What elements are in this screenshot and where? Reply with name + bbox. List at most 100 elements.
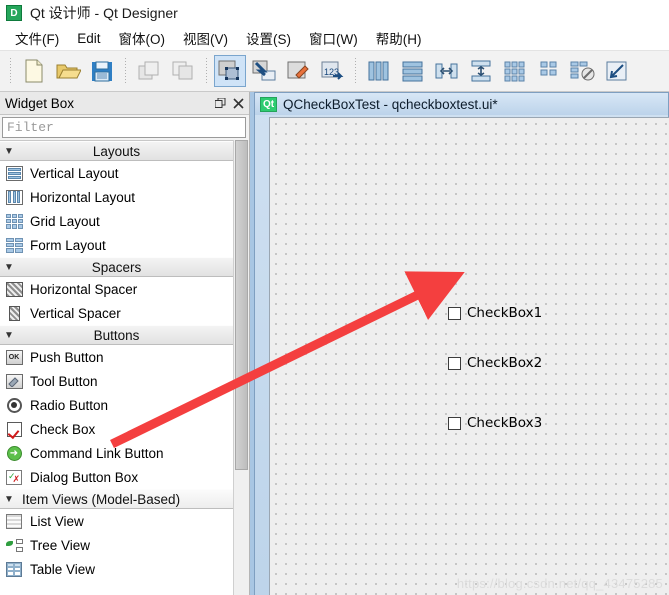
form-window-title: QCheckBoxTest - qcheckboxtest.ui*: [283, 96, 498, 112]
menubar: 文件(F) Edit 窗体(O) 视图(V) 设置(S) 窗口(W) 帮助(H): [0, 26, 669, 51]
form-layout-icon: [4, 236, 24, 254]
float-icon[interactable]: [211, 94, 229, 112]
checkbox-box-icon: [448, 416, 461, 430]
widget-box-scrollbar[interactable]: [233, 140, 249, 595]
checkbox-widget-1[interactable]: CheckBox1: [448, 305, 542, 321]
form-window-titlebar: Qt QCheckBoxTest - qcheckboxtest.ui*: [255, 93, 668, 115]
widget-box-header: Widget Box: [0, 92, 249, 115]
close-icon[interactable]: [229, 94, 247, 112]
widget-box-title: Widget Box: [5, 95, 75, 111]
menu-form[interactable]: 窗体(O): [110, 26, 175, 50]
tree-view-icon: [4, 536, 24, 554]
tool-button-icon: [4, 372, 24, 390]
splitter-horizontal-icon: [435, 60, 459, 82]
widget-item-table-view[interactable]: Table View: [0, 557, 233, 581]
layout-splitter-horizontal-button[interactable]: [431, 55, 463, 87]
radio-button-icon: [4, 396, 24, 414]
filter-placeholder: Filter: [7, 120, 54, 135]
widget-item-label: Grid Layout: [30, 213, 100, 229]
checkbox-widget-3[interactable]: CheckBox3: [448, 415, 542, 431]
menu-help[interactable]: 帮助(H): [367, 26, 431, 50]
qt-icon: Qt: [260, 96, 277, 112]
toolbar-separator: [351, 56, 360, 86]
checkbox-label: CheckBox3: [467, 415, 543, 431]
break-layout-icon: [570, 60, 596, 82]
save-form-button[interactable]: [86, 55, 118, 87]
category-spacers[interactable]: ▼ Spacers: [0, 257, 233, 277]
widget-item-label: Check Box: [30, 421, 96, 437]
form-window: Qt QCheckBoxTest - qcheckboxtest.ui* Che…: [254, 92, 669, 595]
break-layout-button[interactable]: [567, 55, 599, 87]
widget-item-vertical-layout[interactable]: Vertical Layout: [0, 161, 233, 185]
menu-window[interactable]: 窗口(W): [300, 26, 367, 50]
widget-item-push-button[interactable]: OK Push Button: [0, 345, 233, 369]
widget-item-label: Push Button: [30, 349, 104, 365]
widget-item-tool-button[interactable]: Tool Button: [0, 369, 233, 393]
horizontal-layout-icon: [4, 188, 24, 206]
widget-item-horizontal-layout[interactable]: Horizontal Layout: [0, 185, 233, 209]
window-title: Qt 设计师 - Qt Designer: [30, 5, 178, 21]
widget-item-vertical-spacer[interactable]: Vertical Spacer: [0, 301, 233, 325]
main-body: Widget Box Filter ▼ Layouts Vertical Lay…: [0, 92, 669, 595]
form-canvas[interactable]: CheckBox1 CheckBox2 CheckBox3 https://bl…: [269, 117, 669, 595]
widget-item-label: List View: [30, 513, 84, 529]
toolbar-separator: [202, 56, 211, 86]
layout-vertically-button[interactable]: [397, 55, 429, 87]
new-form-button[interactable]: [18, 55, 50, 87]
list-view-icon: [4, 512, 24, 530]
table-view-icon: [4, 560, 24, 578]
layout-grid-icon: [503, 60, 527, 82]
menu-edit[interactable]: Edit: [68, 29, 109, 48]
checkbox-label: CheckBox2: [467, 355, 543, 371]
mdi-area: Qt QCheckBoxTest - qcheckboxtest.ui* Che…: [250, 92, 669, 595]
category-layouts[interactable]: ▼ Layouts: [0, 141, 233, 161]
new-file-icon: [22, 58, 46, 84]
edit-widgets-button[interactable]: [214, 55, 246, 87]
category-item-views[interactable]: ▼ Item Views (Model-Based): [0, 489, 233, 509]
widget-item-dialog-button-box[interactable]: ✓ ✗ Dialog Button Box: [0, 465, 233, 489]
widget-item-radio-button[interactable]: Radio Button: [0, 393, 233, 417]
open-form-button[interactable]: [52, 55, 84, 87]
menu-file[interactable]: 文件(F): [6, 26, 68, 50]
widget-list: ▼ Layouts Vertical Layout Horizontal Lay…: [0, 140, 233, 595]
widget-item-tree-view[interactable]: Tree View: [0, 533, 233, 557]
widget-item-grid-layout[interactable]: Grid Layout: [0, 209, 233, 233]
widget-item-command-link-button[interactable]: ➜ Command Link Button: [0, 441, 233, 465]
scrollbar-thumb[interactable]: [235, 140, 248, 470]
adjust-size-button[interactable]: [601, 55, 633, 87]
category-label: Layouts: [92, 143, 141, 159]
menu-view[interactable]: 视图(V): [174, 26, 237, 50]
widget-item-form-layout[interactable]: Form Layout: [0, 233, 233, 257]
layout-splitter-vertical-button[interactable]: [465, 55, 497, 87]
layout-form-button[interactable]: [533, 55, 565, 87]
filter-input[interactable]: Filter: [2, 117, 246, 138]
widget-item-list-view[interactable]: List View: [0, 509, 233, 533]
layout-grid-button[interactable]: [499, 55, 531, 87]
edit-signals-slots-button[interactable]: [248, 55, 280, 87]
category-buttons[interactable]: ▼ Buttons: [0, 325, 233, 345]
widget-item-horizontal-spacer[interactable]: Horizontal Spacer: [0, 277, 233, 301]
toolbar-separator: [6, 56, 15, 86]
redo-icon: [171, 59, 195, 83]
push-button-icon: OK: [4, 348, 24, 366]
edit-tab-order-button[interactable]: 123: [316, 55, 348, 87]
layout-horizontally-button[interactable]: [363, 55, 395, 87]
redo-button[interactable]: [167, 55, 199, 87]
widget-item-label: Tree View: [30, 537, 91, 553]
checkbox-box-icon: [448, 306, 461, 320]
widget-item-check-box[interactable]: Check Box: [0, 417, 233, 441]
widget-item-label: Dialog Button Box: [30, 469, 139, 485]
undo-button[interactable]: [133, 55, 165, 87]
widget-box-scroll-area: ▼ Layouts Vertical Layout Horizontal Lay…: [0, 140, 249, 595]
horizontal-spacer-icon: [4, 280, 24, 298]
open-folder-icon: [55, 59, 81, 83]
signal-slot-icon: [251, 59, 277, 83]
menu-settings[interactable]: 设置(S): [237, 26, 300, 50]
command-link-icon: ➜: [4, 444, 24, 462]
edit-buddies-button[interactable]: [282, 55, 314, 87]
widget-item-label: Radio Button: [30, 397, 109, 413]
checkbox-widget-2[interactable]: CheckBox2: [448, 355, 542, 371]
dialog-button-box-icon: ✓ ✗: [6, 469, 22, 485]
qt-designer-window: D Qt 设计师 - Qt Designer 文件(F) Edit 窗体(O) …: [0, 0, 669, 595]
layout-form-icon: [537, 60, 561, 82]
